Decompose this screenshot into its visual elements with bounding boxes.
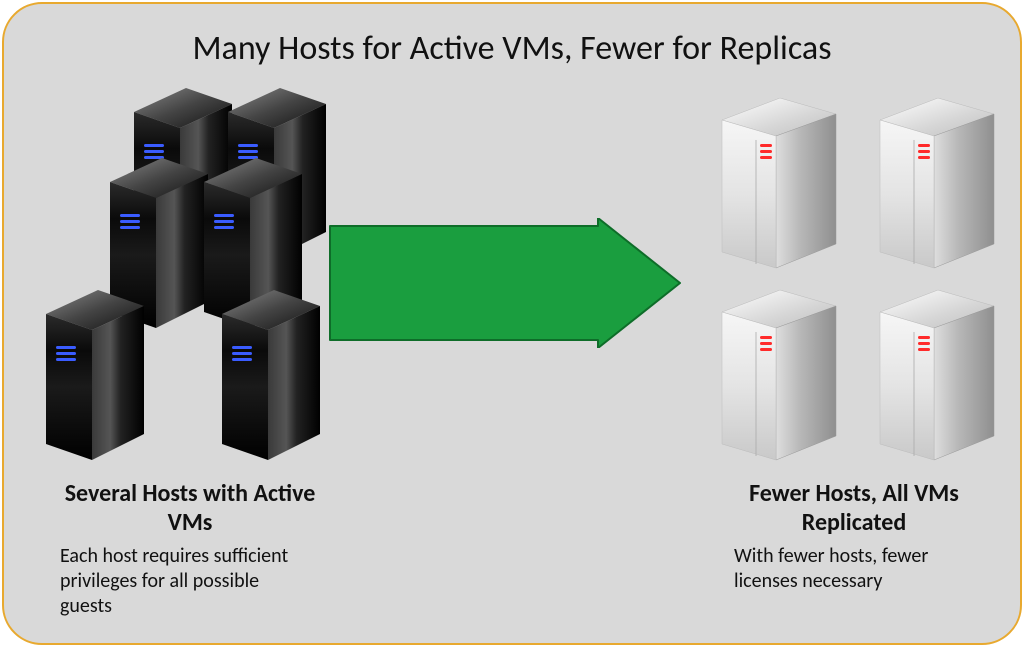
server-black-icon	[34, 286, 154, 471]
right-cluster-heading: Fewer Hosts, All VMs Replicated	[739, 480, 969, 538]
server-white-icon	[714, 286, 844, 471]
left-cluster-subtext: Each host requires sufficient privileges…	[60, 544, 300, 619]
left-cluster-heading: Several Hosts with Active VMs	[60, 480, 320, 538]
right-cluster-subtext: With fewer hosts, fewer licenses necessa…	[734, 544, 954, 594]
flow-arrow-icon	[328, 218, 682, 348]
server-white-icon	[872, 286, 1002, 471]
server-black-icon	[210, 286, 330, 471]
server-white-icon	[872, 94, 1002, 279]
server-white-icon	[714, 94, 844, 279]
diagram-title: Many Hosts for Active VMs, Fewer for Rep…	[4, 28, 1020, 69]
diagram-canvas: Many Hosts for Active VMs, Fewer for Rep…	[2, 2, 1022, 645]
